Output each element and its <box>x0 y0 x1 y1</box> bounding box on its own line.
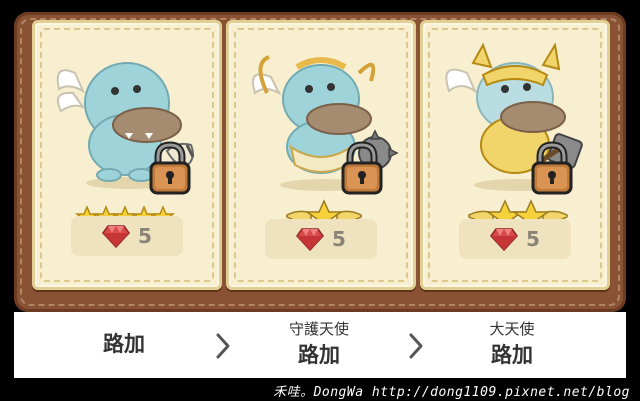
evolution-stage-2: 守護天使 路加 <box>244 312 394 378</box>
price-value: 5 <box>526 227 540 251</box>
ruby-gem-icon <box>296 228 324 251</box>
evolution-name-bar: 路加 守護天使 路加 大天使 路加 <box>14 312 626 378</box>
character-card-2[interactable]: 5 <box>226 20 416 290</box>
chevron-right-icon <box>409 333 423 359</box>
evolution-title: 大天使 <box>489 320 535 338</box>
golden-crocodile-archangel-image <box>445 42 583 191</box>
padlock-icon <box>149 141 191 195</box>
evolution-stage-1: 路加 <box>49 312 199 378</box>
price-value: 5 <box>138 224 152 248</box>
character-name: 路加 <box>491 343 533 367</box>
price-box: 5 <box>265 219 377 259</box>
evolution-title: 守護天使 <box>288 320 349 338</box>
price-value: 5 <box>332 227 346 251</box>
ruby-gem-icon <box>490 228 518 251</box>
watermark-text: 禾哇。DongWa http://dong1109.pixnet.net/blo… <box>273 385 630 400</box>
evolution-stage-3: 大天使 路加 <box>437 312 587 378</box>
price-box: 5 <box>459 219 571 259</box>
padlock-icon <box>341 141 383 195</box>
price-box: 5 <box>71 216 183 256</box>
character-card-3[interactable]: 5 <box>420 20 610 290</box>
character-card-1[interactable]: 5 <box>32 20 222 290</box>
padlock-icon <box>531 141 573 195</box>
ruby-gem-icon <box>102 225 130 248</box>
character-name: 路加 <box>298 343 340 367</box>
watermark-footer: 禾哇。DongWa http://dong1109.pixnet.net/blo… <box>0 378 640 401</box>
character-name: 路加 <box>103 332 145 356</box>
chevron-right-icon <box>216 333 230 359</box>
